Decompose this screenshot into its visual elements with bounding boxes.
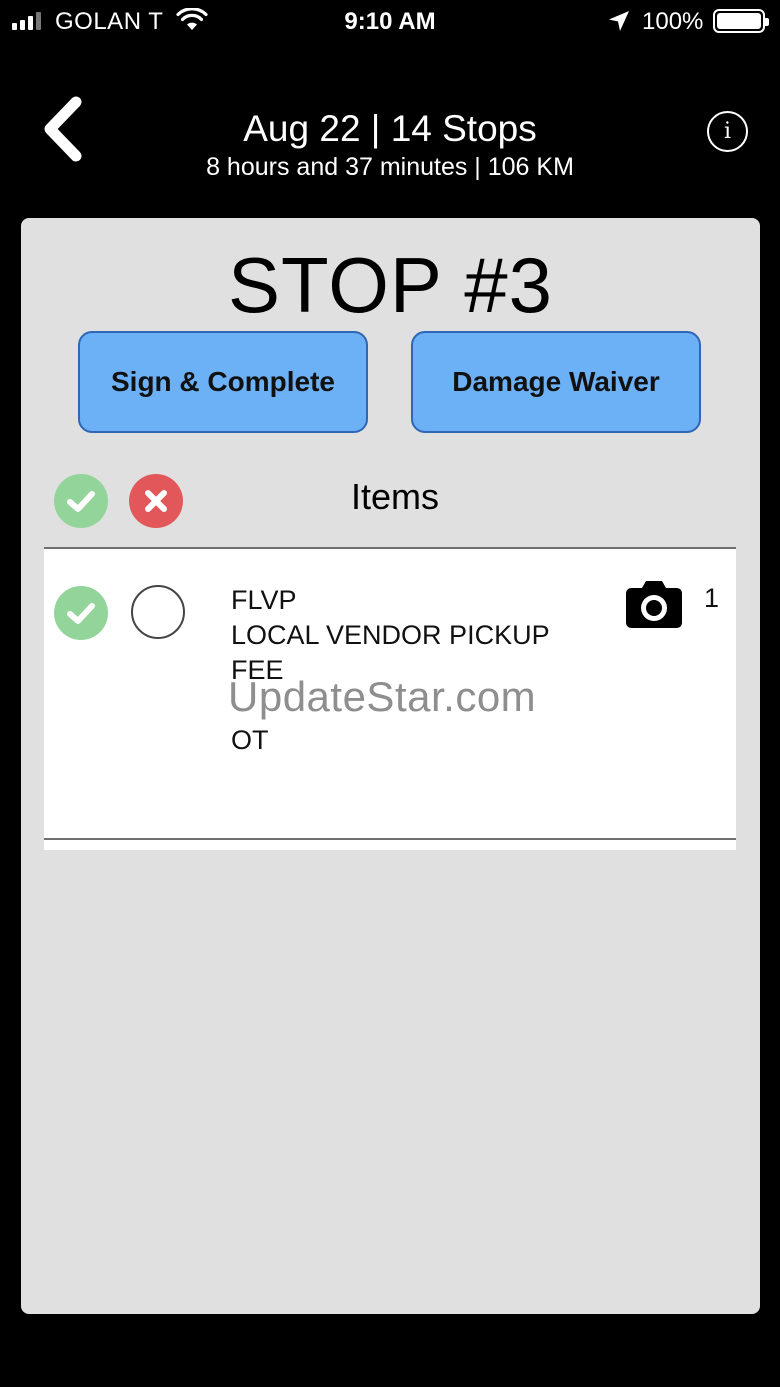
divider <box>44 838 736 840</box>
stop-title: STOP #3 <box>228 241 553 329</box>
check-all-icon[interactable] <box>54 474 108 528</box>
item-radio-unchecked-icon[interactable] <box>131 585 185 639</box>
location-arrow-icon <box>609 11 629 31</box>
item-check-icon[interactable] <box>54 586 108 640</box>
item-quantity: 1 <box>704 583 720 613</box>
item-description: FLVP LOCAL VENDOR PICKUP FEE OT <box>231 583 550 758</box>
item-code: FLVP <box>231 585 297 615</box>
damage-waiver-button[interactable]: Damage Waiver <box>411 331 701 433</box>
item-blank-line <box>231 688 550 723</box>
stop-card: STOP #3 Sign & Complete Damage Waiver It… <box>21 218 760 1314</box>
status-bar: GOLAN T 9:10 AM 100% <box>0 0 780 44</box>
sign-complete-button[interactable]: Sign & Complete <box>78 331 368 433</box>
route-title: Aug 22 | 14 Stops <box>243 108 537 149</box>
item-name-line-1: LOCAL VENDOR PICKUP <box>231 620 550 650</box>
item-name-line-2: FEE <box>231 655 284 685</box>
phone-screen: GOLAN T 9:10 AM 100% Aug 22 | 14 Stops 8… <box>0 0 780 1387</box>
camera-icon[interactable] <box>625 579 683 629</box>
items-label: Items <box>351 476 440 517</box>
battery-percentage: 100% <box>642 8 704 35</box>
reject-all-icon[interactable] <box>129 474 183 528</box>
battery-icon <box>713 9 769 33</box>
info-icon[interactable]: i <box>707 111 748 152</box>
item-type: OT <box>231 725 269 755</box>
items-list: FLVP LOCAL VENDOR PICKUP FEE OT 1 Update… <box>44 547 736 850</box>
route-subtitle: 8 hours and 37 minutes | 106 KM <box>206 153 574 181</box>
info-glyph: i <box>723 119 732 144</box>
